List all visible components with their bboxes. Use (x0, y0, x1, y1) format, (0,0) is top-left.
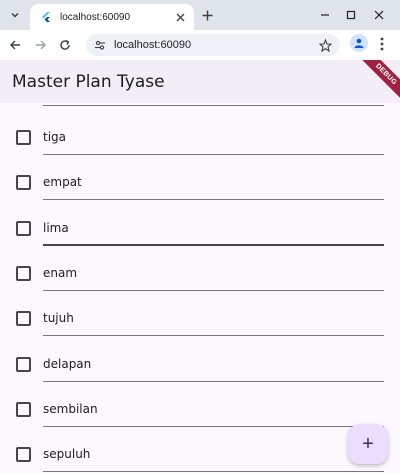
task-text-field[interactable]: empat (43, 175, 82, 189)
tab-title: localhost:60090 (60, 11, 131, 23)
reload-icon[interactable] (56, 36, 74, 54)
task-text-field[interactable]: enam (43, 266, 77, 280)
task-underline (43, 154, 384, 155)
forward-icon[interactable] (32, 36, 50, 54)
task-row: empat (0, 166, 400, 211)
browser-tab-strip: localhost:60090 (0, 0, 400, 30)
browser-toolbar: localhost:60090 (0, 30, 400, 60)
tab-search-icon[interactable] (6, 6, 24, 24)
task-text-field[interactable]: tiga (43, 130, 66, 144)
task-checkbox[interactable] (16, 265, 31, 281)
add-task-button[interactable]: + (348, 424, 388, 464)
task-text-field[interactable]: lima (43, 221, 69, 235)
task-checkbox[interactable] (16, 401, 31, 417)
task-checkbox[interactable] (16, 356, 31, 372)
task-row: sembilan (0, 393, 400, 438)
task-row: tujuh (0, 302, 400, 347)
task-text-field[interactable]: tujuh (43, 311, 74, 325)
maximize-icon[interactable] (342, 6, 360, 24)
task-underline (43, 425, 384, 427)
task-checkbox[interactable] (16, 175, 31, 191)
profile-icon[interactable] (350, 34, 368, 52)
task-underline (43, 471, 384, 473)
site-info-icon[interactable] (92, 37, 108, 53)
task-row: sepuluh (0, 438, 400, 474)
task-row: tiga (0, 121, 400, 166)
task-text-field[interactable]: delapan (43, 357, 91, 371)
task-checkbox[interactable] (16, 130, 31, 145)
divider (43, 105, 384, 106)
back-icon[interactable] (6, 36, 24, 54)
window-close-icon[interactable] (370, 6, 388, 24)
task-checkbox[interactable] (16, 447, 31, 463)
task-underline (43, 243, 384, 246)
task-checkbox[interactable] (16, 311, 31, 327)
task-row: delapan (0, 348, 400, 393)
new-tab-icon[interactable] (198, 6, 216, 24)
task-underline (43, 289, 384, 291)
task-checkbox[interactable] (16, 220, 31, 236)
bookmark-star-icon[interactable] (316, 36, 334, 54)
browser-tab[interactable]: localhost:60090 (30, 4, 194, 30)
task-underline (43, 199, 384, 201)
task-underline (43, 380, 384, 382)
debug-banner: DEBUG (357, 60, 400, 103)
task-text-field[interactable]: sembilan (43, 402, 98, 416)
task-text-field[interactable]: sepuluh (43, 447, 90, 461)
app-bar: Master Plan Tyase DEBUG (0, 60, 400, 103)
task-underline (43, 335, 384, 337)
page-title: Master Plan Tyase (12, 72, 165, 92)
menu-icon[interactable] (376, 36, 388, 52)
address-bar[interactable]: localhost:60090 (86, 34, 340, 56)
task-row: lima (0, 212, 400, 257)
add-icon: + (362, 432, 374, 455)
minimize-icon[interactable] (316, 6, 334, 24)
flutter-favicon-icon (40, 11, 52, 23)
url-text: localhost:60090 (114, 39, 192, 51)
task-row: enam (0, 257, 400, 302)
task-list[interactable]: tiga empat lima enam tujuh delapan sembilan sep… (0, 103, 400, 474)
close-icon[interactable] (172, 9, 188, 25)
